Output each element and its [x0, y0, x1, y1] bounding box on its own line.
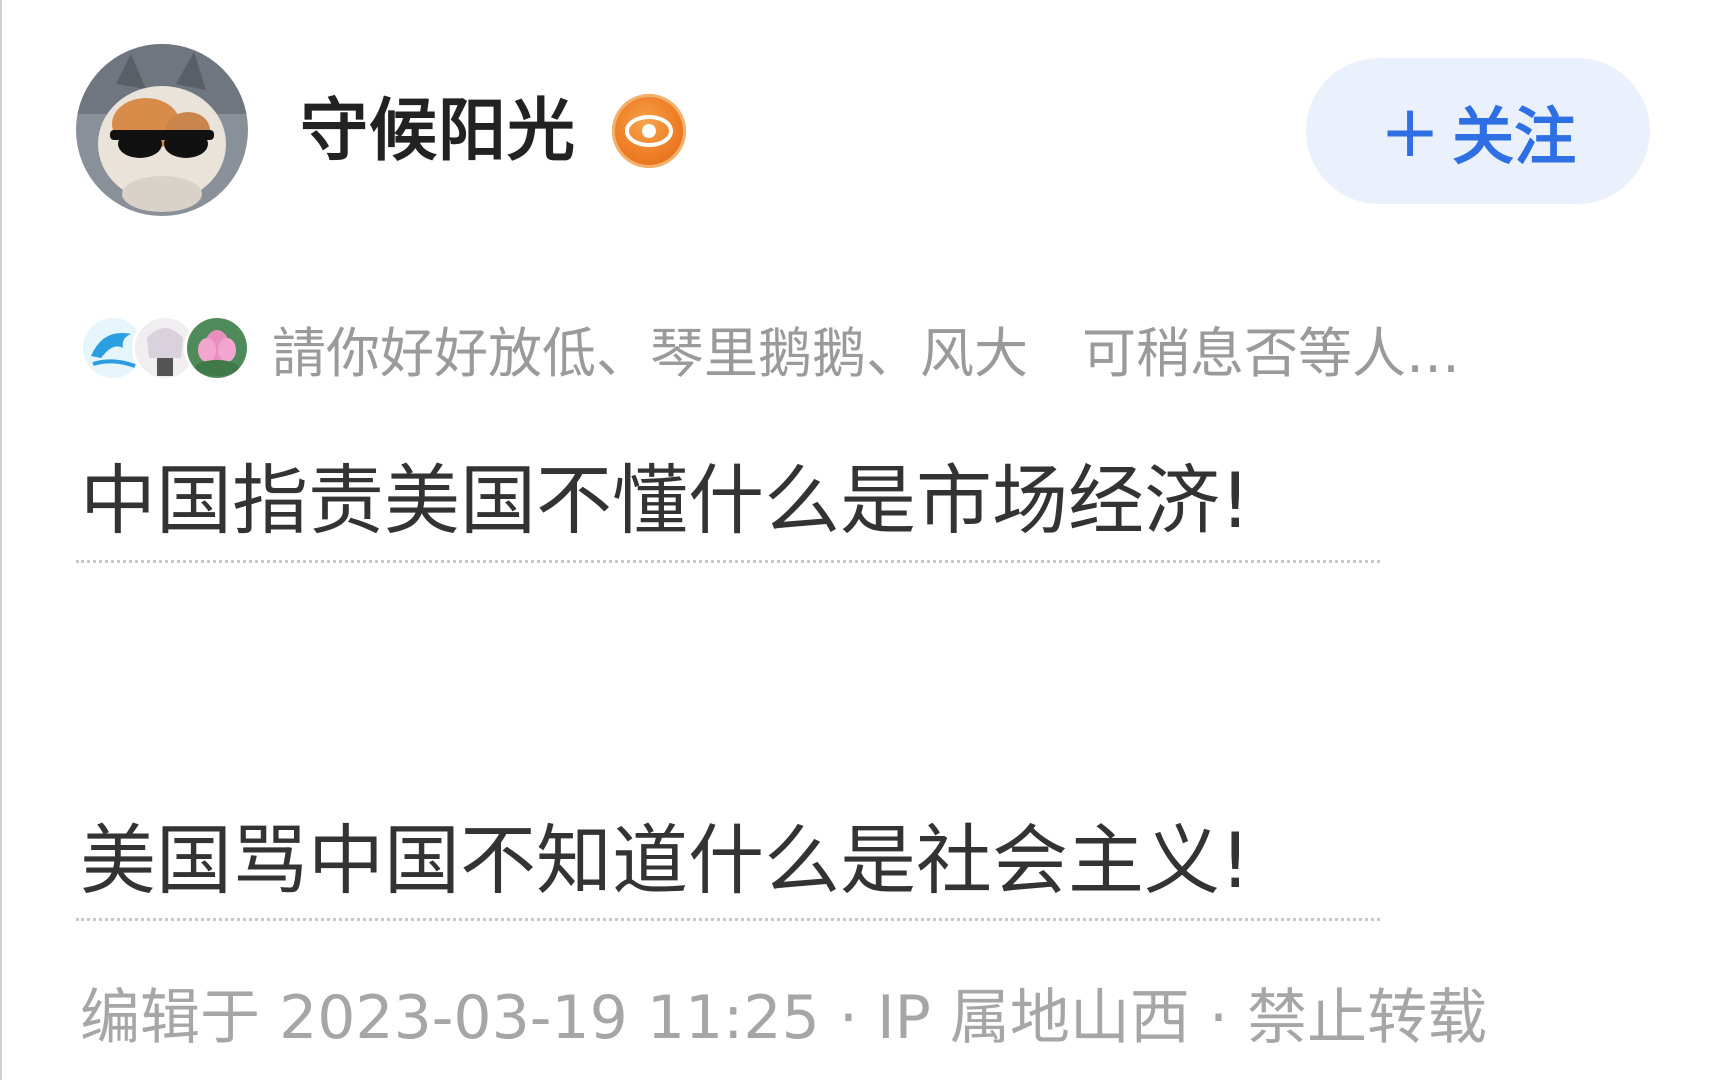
author-avatar[interactable]	[76, 44, 248, 216]
text-underline	[76, 918, 1380, 921]
eye-icon	[625, 115, 673, 147]
follow-button[interactable]: + 关注	[1306, 58, 1650, 204]
author-name[interactable]: 守候阳光	[300, 92, 576, 172]
lotus-avatar-icon	[187, 318, 247, 378]
follow-button-label: 关注	[1452, 100, 1577, 173]
text-underline	[76, 560, 1380, 563]
plus-icon: +	[1379, 89, 1441, 173]
post-meta: 编辑于 2023-03-19 11:25 · IP 属地山西 · 禁止转载	[80, 983, 1488, 1053]
likers-row[interactable]: 請你好好放低、琴里鹅鹅、风大 可稍息否等人…	[80, 310, 1460, 386]
post-text-line: 中国指责美国不懂什么是市场经济!	[80, 456, 1251, 545]
verified-badge-icon	[612, 94, 686, 168]
cat-avatar-icon	[76, 44, 248, 216]
liker-avatar	[184, 315, 250, 381]
liker-avatars	[80, 313, 260, 383]
frame-border	[0, 0, 2, 1080]
post-text-line: 美国骂中国不知道什么是社会主义!	[80, 816, 1251, 905]
likers-text: 請你好好放低、琴里鹅鹅、风大 可稍息否等人…	[272, 321, 1460, 385]
